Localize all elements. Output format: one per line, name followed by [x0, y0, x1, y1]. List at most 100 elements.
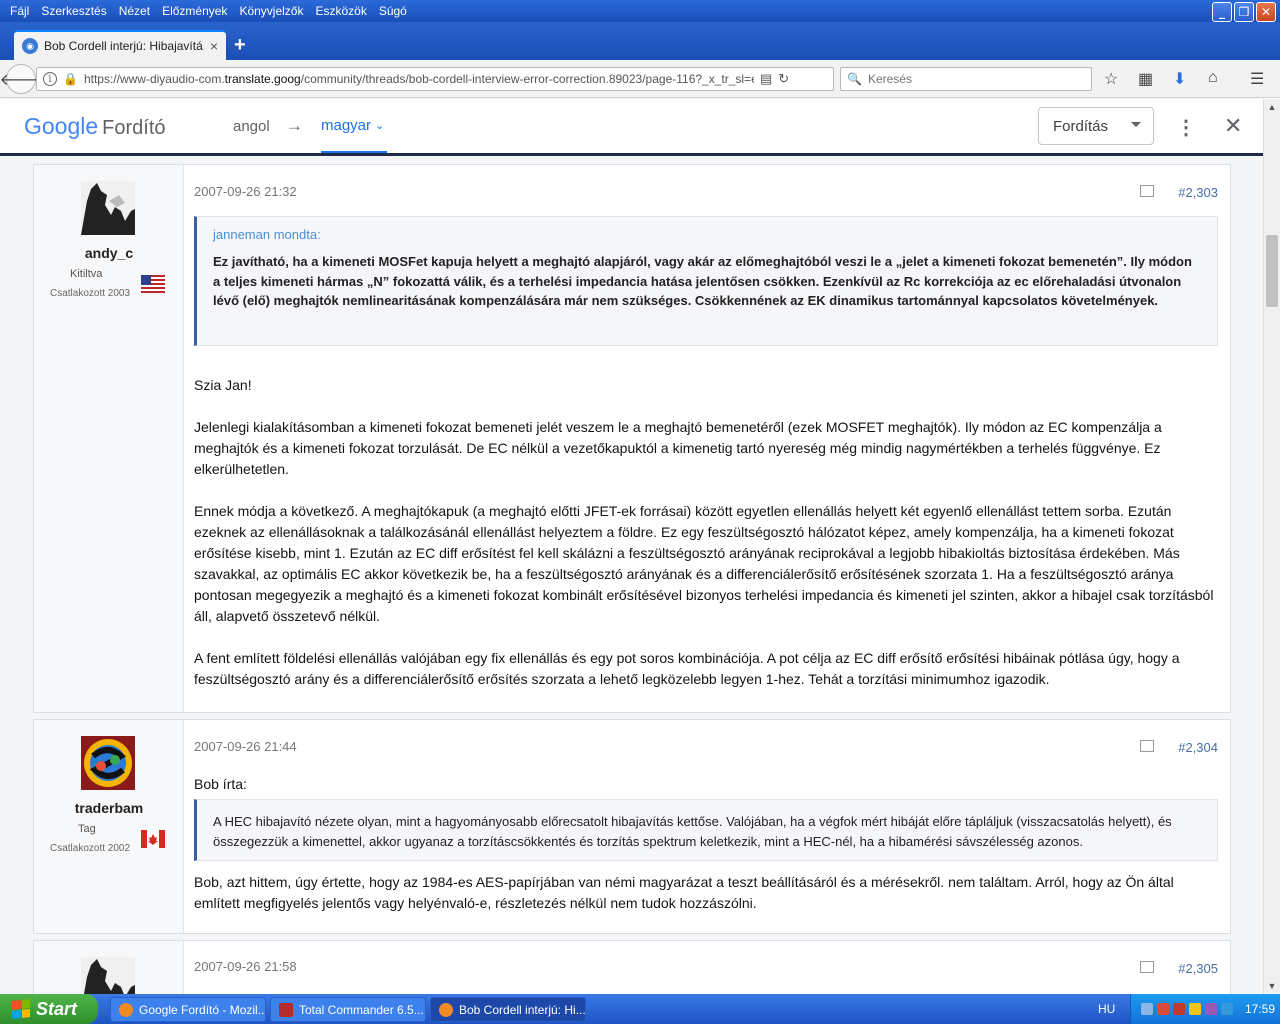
share-icon[interactable] — [1140, 961, 1154, 973]
menu-tools[interactable]: Eszközök — [309, 4, 372, 18]
shield-icon[interactable] — [1173, 1003, 1185, 1015]
menu-edit[interactable]: Szerkesztés — [35, 4, 112, 18]
paragraph: Szia Jan! — [194, 377, 252, 393]
post-date[interactable]: 2007-09-26 21:32 — [194, 184, 297, 199]
reload-icon[interactable]: ↻ — [778, 71, 789, 87]
target-language[interactable]: magyar ⌄ — [321, 117, 384, 134]
share-icon[interactable] — [1140, 185, 1154, 197]
user-joined: Csatlakozott 2003 — [50, 288, 131, 299]
paragraph: Bob, azt hittem, úgy értette, hogy az 19… — [194, 874, 1174, 911]
close-window-button[interactable]: ✕ — [1256, 2, 1276, 22]
hamburger-menu-icon[interactable]: ☰ — [1250, 69, 1264, 89]
user-joined: Csatlakozott 2002 — [50, 843, 131, 854]
reader-view-icon[interactable]: ▤ — [760, 71, 772, 87]
quote-text: Ez javítható, ha a kimeneti MOSFet kapuj… — [213, 254, 1192, 308]
task-bob-cordell[interactable]: Bob Cordell interjú: Hi... — [430, 997, 586, 1022]
post-text: Szia Jan! Jelenlegi kialakításomban a ki… — [194, 375, 1218, 711]
close-translate-icon[interactable]: ✕ — [1224, 113, 1242, 139]
download-icon[interactable]: ⬇ — [1173, 69, 1186, 89]
minimize-button[interactable]: _ — [1212, 2, 1232, 22]
search-bar[interactable]: 🔍 — [840, 67, 1092, 91]
page-content: andy_c Kitiltva Csatlakozott 2003 2007-0… — [0, 156, 1263, 994]
menu-file[interactable]: Fájl — [4, 4, 35, 18]
home-icon[interactable]: ⌂ — [1208, 69, 1218, 87]
address-bar[interactable]: i 🔒 https://www-diyaudio-com.translate.g… — [36, 67, 834, 91]
paragraph: Ennek módja a következő. A meghajtókapuk… — [194, 503, 1214, 624]
restore-button[interactable]: ❐ — [1234, 2, 1254, 22]
avatar-horse[interactable] — [81, 957, 135, 994]
scrollbar-thumb[interactable] — [1266, 235, 1278, 307]
more-options-icon[interactable]: ⋮ — [1176, 115, 1196, 140]
firefox-icon — [119, 1002, 133, 1017]
avatar-traderbam[interactable] — [81, 736, 135, 790]
us-flag-icon — [141, 275, 165, 293]
windows-logo-icon — [12, 999, 30, 1019]
window-controls: _ ❐ ✕ — [1212, 2, 1276, 22]
quote-author[interactable]: janneman mondta: — [213, 227, 1201, 242]
user-title: Tag — [78, 823, 96, 835]
library-icon[interactable]: ▦ — [1138, 69, 1153, 89]
menu-view[interactable]: Nézet — [113, 4, 156, 18]
google-translate-logo[interactable]: Google Fordító — [24, 113, 166, 140]
quote-block: janneman mondta: Ez javítható, ha a kime… — [194, 216, 1218, 346]
post-number[interactable]: #2,305 — [1178, 961, 1218, 976]
post-user-panel — [34, 941, 184, 994]
language-arrow-icon: → — [286, 116, 303, 135]
scroll-down-icon[interactable]: ▼ — [1264, 978, 1280, 994]
task-total-commander[interactable]: Total Commander 6.5... — [270, 997, 426, 1022]
tray-app-icon[interactable] — [1205, 1003, 1217, 1015]
clock[interactable]: 17:59 — [1245, 1002, 1275, 1016]
post-2303: andy_c Kitiltva Csatlakozott 2003 2007-0… — [33, 164, 1231, 713]
avatar-horse[interactable] — [81, 181, 135, 235]
post-number[interactable]: #2,304 — [1178, 740, 1218, 755]
quote-text: A HEC hibajavító nézete olyan, mint a ha… — [213, 814, 1172, 849]
menu-history[interactable]: Előzmények — [156, 4, 233, 18]
post-text: Bob, azt hittem, úgy értette, hogy az 19… — [194, 872, 1218, 935]
share-icon[interactable] — [1140, 740, 1154, 752]
taskbar: Start Google Fordító - Mozil... Total Co… — [0, 994, 1280, 1024]
start-button[interactable]: Start — [0, 994, 98, 1024]
firefox-icon — [439, 1002, 453, 1017]
post-date[interactable]: 2007-09-26 21:44 — [194, 739, 297, 754]
vertical-scrollbar[interactable]: ▲ ▼ — [1263, 99, 1280, 994]
language-indicator[interactable]: HU — [1098, 1002, 1115, 1016]
translate-mode-select[interactable]: Fordítás — [1038, 107, 1154, 145]
paragraph: Jelenlegi kialakításomban a kimeneti fok… — [194, 419, 1162, 477]
search-icon: 🔍 — [847, 72, 862, 86]
lock-icon: 🔒 — [63, 72, 78, 86]
bluetooth-icon[interactable] — [1221, 1003, 1233, 1015]
task-google-translate[interactable]: Google Fordító - Mozil... — [110, 997, 266, 1022]
back-button[interactable]: 🡐 — [0, 64, 42, 94]
chevron-down-icon: ⌄ — [375, 120, 385, 132]
post-date[interactable]: 2007-09-26 21:58 — [194, 959, 297, 974]
menu-bar: Fájl Szerkesztés Nézet Előzmények Könyvj… — [0, 0, 1280, 22]
paragraph: A fent említett földelési ellenállás val… — [194, 650, 1180, 687]
post-number[interactable]: #2,303 — [1178, 185, 1218, 200]
tab-strip: ◉ Bob Cordell interjú: Hibajavítá... × + — [0, 22, 1280, 60]
antivirus-icon[interactable] — [1157, 1003, 1169, 1015]
tab-close-icon[interactable]: × — [210, 38, 218, 54]
bookmark-star-icon[interactable]: ☆ — [1104, 69, 1118, 89]
network-icon[interactable] — [1141, 1003, 1153, 1015]
post-2304: traderbam Tag Csatlakozott 2002 2007-09-… — [33, 719, 1231, 934]
site-info-icon[interactable]: i — [43, 72, 57, 86]
scroll-up-icon[interactable]: ▲ — [1264, 99, 1280, 115]
post-user-panel: andy_c Kitiltva Csatlakozott 2003 — [34, 165, 184, 712]
source-language[interactable]: angol — [233, 118, 270, 135]
menu-help[interactable]: Súgó — [373, 4, 413, 18]
search-input[interactable] — [867, 72, 1088, 86]
quote-block: A HEC hibajavító nézete olyan, mint a ha… — [194, 799, 1218, 861]
post-user-panel: traderbam Tag Csatlakozott 2002 — [34, 720, 184, 933]
new-tab-button[interactable]: + — [234, 34, 246, 57]
username[interactable]: andy_c — [34, 245, 184, 261]
url-text[interactable]: https://www-diyaudio-com.translate.goog/… — [84, 72, 754, 86]
volume-icon[interactable] — [1189, 1003, 1201, 1015]
menu-bookmarks[interactable]: Könyvjelzők — [233, 4, 309, 18]
google-translate-bar: Google Fordító angol → magyar ⌄ Fordítás ⋮… — [0, 99, 1263, 156]
site-favicon-icon: ◉ — [22, 38, 38, 54]
username[interactable]: traderbam — [34, 800, 184, 816]
dropdown-caret-icon — [1131, 122, 1141, 127]
tab-bob-cordell[interactable]: ◉ Bob Cordell interjú: Hibajavítá... × — [14, 30, 226, 60]
quote-intro: Bob írta: — [194, 776, 247, 792]
navigation-bar: 🡐 i 🔒 https://www-diyaudio-com.translate… — [0, 60, 1280, 98]
